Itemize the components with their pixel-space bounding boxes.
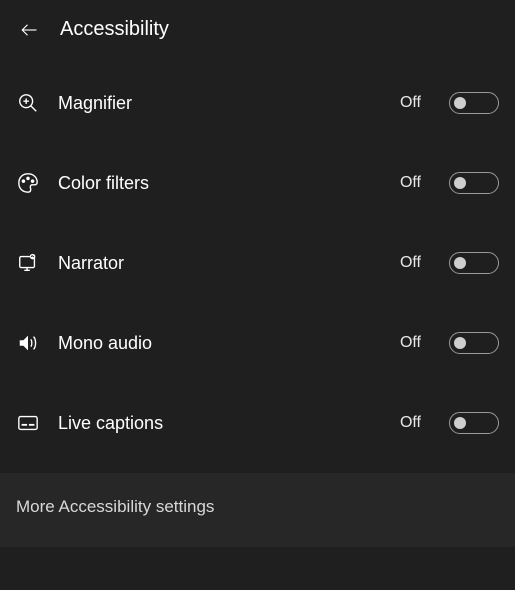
toggle-state-text: Off [400,174,421,192]
magnifier-icon [16,91,40,115]
toggle-thumb [454,97,466,109]
mono-audio-icon [16,331,40,355]
setting-row-mono-audio[interactable]: Mono audio Off [0,303,515,383]
setting-label: Mono audio [58,333,382,354]
arrow-left-icon [20,21,38,39]
toggle-state-text: Off [400,334,421,352]
toggle-switch-color-filters[interactable] [449,172,499,194]
setting-label: Magnifier [58,93,382,114]
settings-list: Magnifier Off Color filters Off [0,63,515,463]
live-captions-icon [16,411,40,435]
toggle-switch-mono-audio[interactable] [449,332,499,354]
toggle-switch-magnifier[interactable] [449,92,499,114]
color-filters-icon [16,171,40,195]
setting-label: Live captions [58,413,382,434]
toggle-switch-live-captions[interactable] [449,412,499,434]
toggle-thumb [454,257,466,269]
narrator-icon [16,251,40,275]
header: Accessibility [0,0,515,63]
setting-label: Narrator [58,253,382,274]
page-title: Accessibility [60,18,169,41]
toggle-thumb [454,337,466,349]
setting-row-live-captions[interactable]: Live captions Off [0,383,515,463]
toggle-state-text: Off [400,254,421,272]
setting-row-narrator[interactable]: Narrator Off [0,223,515,303]
toggle-thumb [454,417,466,429]
back-button[interactable] [20,21,38,39]
setting-row-magnifier[interactable]: Magnifier Off [0,63,515,143]
toggle-switch-narrator[interactable] [449,252,499,274]
more-accessibility-link[interactable]: More Accessibility settings [16,497,499,517]
footer: More Accessibility settings [0,473,515,547]
toggle-thumb [454,177,466,189]
setting-row-color-filters[interactable]: Color filters Off [0,143,515,223]
setting-label: Color filters [58,173,382,194]
toggle-state-text: Off [400,414,421,432]
toggle-state-text: Off [400,94,421,112]
